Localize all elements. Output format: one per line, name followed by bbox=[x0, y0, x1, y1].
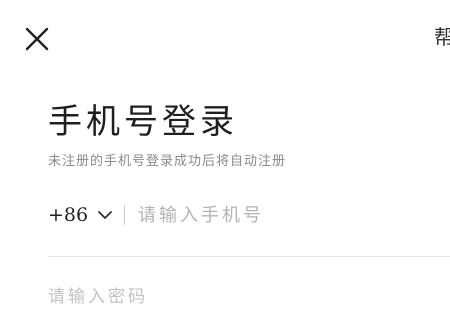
phone-input[interactable] bbox=[138, 200, 438, 230]
help-button[interactable]: 帮 bbox=[434, 24, 450, 50]
top-bar: 帮 bbox=[0, 0, 450, 75]
country-code-selector[interactable]: +86 bbox=[48, 202, 114, 228]
field-divider bbox=[124, 205, 125, 225]
chevron-down-icon bbox=[96, 209, 114, 221]
country-code-text: +86 bbox=[48, 204, 89, 226]
phone-field-underline bbox=[48, 256, 450, 257]
phone-field-row: +86 bbox=[48, 196, 450, 236]
password-input[interactable] bbox=[48, 284, 348, 310]
close-button[interactable] bbox=[22, 24, 52, 54]
close-icon bbox=[22, 24, 52, 54]
page-subtitle: 未注册的手机号登录成功后将自动注册 bbox=[48, 154, 287, 169]
page-title: 手机号登录 bbox=[48, 102, 238, 142]
